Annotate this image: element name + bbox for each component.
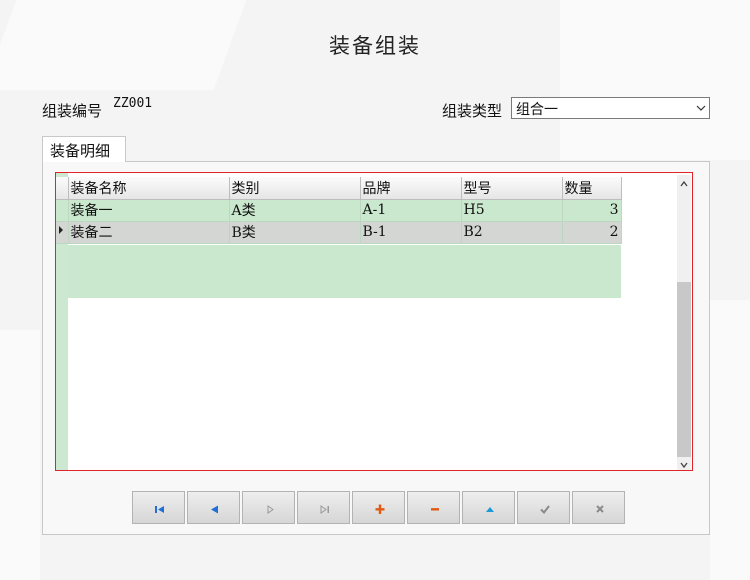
- nav-post-button[interactable]: [517, 491, 570, 524]
- background-shape: [710, 300, 750, 580]
- grid-header-indicator: [56, 177, 69, 200]
- column-header-category[interactable]: 类别: [229, 177, 361, 200]
- background-shape: [0, 330, 40, 580]
- nav-first-button[interactable]: [132, 491, 185, 524]
- nav-cancel-button[interactable]: [572, 491, 625, 524]
- scrollbar-thumb[interactable]: [677, 282, 691, 457]
- cell-model[interactable]: B2: [461, 221, 563, 244]
- grid-header-row: 装备名称 类别 品牌 型号 数量: [56, 177, 622, 200]
- page-title: 装备组装: [329, 34, 421, 58]
- last-icon: [320, 505, 329, 514]
- column-header-model[interactable]: 型号: [461, 177, 563, 200]
- background-shape: [560, 0, 750, 160]
- tab-label: 装备明细: [50, 142, 111, 160]
- cell-category[interactable]: A类: [229, 199, 361, 222]
- cell-quantity[interactable]: 2: [562, 221, 622, 244]
- first-icon: [155, 506, 164, 513]
- grid-empty-area: [68, 245, 621, 298]
- column-header-name[interactable]: 装备名称: [68, 177, 230, 200]
- assembly-type-select[interactable]: 组合一: [511, 97, 710, 119]
- cell-quantity[interactable]: 3: [562, 199, 622, 222]
- assembly-type-value: 组合一: [516, 102, 558, 118]
- assembly-type-label: 组装类型: [442, 102, 503, 120]
- equipment-grid[interactable]: 装备名称 类别 品牌 型号 数量 装备一 A类 A-1 H5 3 装备二 B类 …: [55, 172, 693, 471]
- current-row-arrow-icon: [59, 226, 63, 234]
- nav-next-button[interactable]: [242, 491, 295, 524]
- nav-prior-button[interactable]: [187, 491, 240, 524]
- next-icon: [267, 505, 274, 514]
- row-indicator: [56, 199, 69, 222]
- chevron-down-icon: [696, 105, 706, 111]
- nav-insert-button[interactable]: [352, 491, 405, 524]
- nav-edit-button[interactable]: [462, 491, 515, 524]
- cancel-icon: [596, 505, 604, 513]
- tab-equipment-detail[interactable]: 装备明细: [42, 136, 126, 162]
- cell-brand[interactable]: B-1: [360, 221, 462, 244]
- post-icon: [540, 505, 550, 515]
- current-row-indicator: [56, 221, 69, 244]
- cell-name[interactable]: 装备一: [68, 199, 230, 222]
- cell-model[interactable]: H5: [461, 199, 563, 222]
- column-header-brand[interactable]: 品牌: [360, 177, 462, 200]
- vertical-scrollbar[interactable]: [677, 175, 691, 470]
- cell-name[interactable]: 装备二: [68, 221, 230, 244]
- prior-icon: [211, 505, 218, 514]
- assembly-code-label: 组装编号: [42, 102, 103, 120]
- assembly-code-value: ZZ001: [113, 96, 153, 111]
- cell-brand[interactable]: A-1: [360, 199, 462, 222]
- nav-last-button[interactable]: [297, 491, 350, 524]
- scroll-down-icon[interactable]: [679, 460, 689, 470]
- scroll-up-icon[interactable]: [679, 179, 689, 189]
- insert-icon: [375, 504, 385, 514]
- delete-icon: [431, 508, 439, 511]
- table-row[interactable]: 装备一 A类 A-1 H5 3: [56, 199, 622, 222]
- cell-category[interactable]: B类: [229, 221, 361, 244]
- nav-delete-button[interactable]: [407, 491, 460, 524]
- grid-table: 装备名称 类别 品牌 型号 数量 装备一 A类 A-1 H5 3 装备二 B类 …: [56, 177, 622, 244]
- table-row[interactable]: 装备二 B类 B-1 B2 2: [56, 221, 622, 244]
- column-header-quantity[interactable]: 数量: [562, 177, 622, 200]
- edit-icon: [486, 507, 494, 512]
